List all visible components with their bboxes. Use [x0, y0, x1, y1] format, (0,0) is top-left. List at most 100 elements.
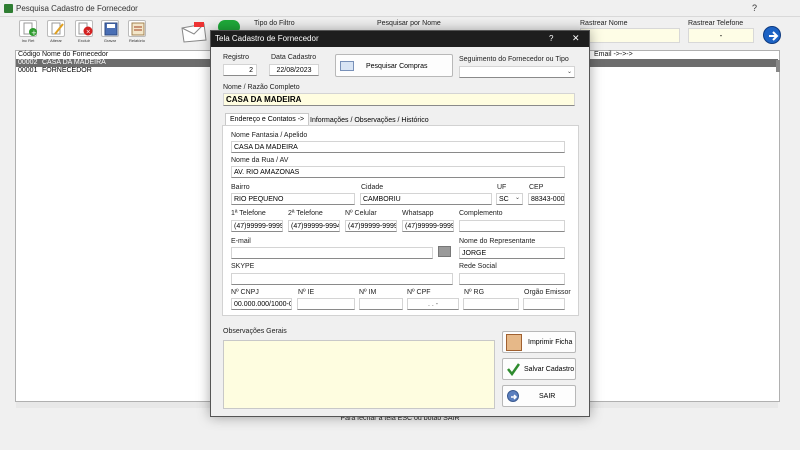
dialog-title: Tela Cadastro de Fornecedor — [215, 34, 319, 43]
email-envelope-icon[interactable] — [180, 20, 208, 44]
nome-label: Nome / Razão Completo — [223, 84, 300, 91]
im-field[interactable] — [359, 298, 403, 310]
rg-label: Nº RG — [464, 289, 485, 296]
toolbar-edit-button[interactable]: Alterar — [45, 20, 67, 44]
cnpj-field[interactable]: 00.000.000/1000-0 — [231, 298, 292, 310]
background-window-title: Pesquisa Cadastro de Fornecedor — [16, 4, 138, 13]
toolbar-new-button[interactable]: + Inc Ret — [17, 20, 39, 44]
row-name: FORNECEDOR — [42, 67, 92, 74]
cpf-label: Nº CPF — [407, 289, 431, 296]
report-icon — [128, 20, 146, 37]
tab-endereco-contatos[interactable]: Endereço e Contatos -> — [225, 113, 310, 125]
search-go-icon[interactable] — [763, 26, 781, 44]
cidade-label: Cidade — [361, 184, 384, 191]
track-phone-input[interactable]: - — [688, 28, 754, 43]
pesquisar-compras-label: Pesquisar Compras — [366, 63, 428, 70]
telefone1-field[interactable]: (47)99999-9999 — [231, 220, 283, 232]
track-name-input[interactable] — [580, 28, 680, 43]
dialog-titlebar: Tela Cadastro de Fornecedor ? ✕ — [211, 31, 589, 47]
uf-chevron-down-icon: ⌄ — [515, 195, 521, 201]
dialog-close-button[interactable]: ✕ — [572, 33, 580, 44]
send-email-icon[interactable] — [438, 246, 451, 257]
card-icon — [340, 61, 354, 71]
email-field[interactable] — [231, 247, 433, 259]
observacoes-label: Observações Gerais — [223, 328, 287, 335]
toolbar-delete-button[interactable]: × Excluir — [73, 20, 95, 44]
cpf-field[interactable]: . . - — [407, 298, 459, 310]
toolbar-delete-label: Excluir — [77, 38, 90, 43]
registro-label: Registro — [223, 54, 250, 61]
row-code: 00001 — [18, 67, 38, 74]
representante-label: Nome do Representante — [459, 238, 536, 245]
toolbar-edit-label: Alterar — [50, 38, 62, 43]
orgao-emissor-field[interactable] — [523, 298, 565, 310]
email-label: E-mail — [231, 238, 251, 245]
print-icon — [506, 334, 522, 351]
orgao-emissor-label: Orgão Emissor — [524, 289, 571, 296]
row-code: 00002 — [18, 59, 38, 66]
cep-label: CEP — [529, 184, 544, 191]
new-document-icon: + — [19, 20, 37, 37]
list-scrollbar[interactable] — [776, 60, 780, 72]
telefone2-field[interactable]: (47)99999-9994 — [288, 220, 340, 232]
row-name: CASA DA MADEIRA — [42, 59, 106, 66]
rg-field[interactable] — [463, 298, 519, 310]
nome-field[interactable]: CASA DA MADEIRA — [223, 93, 575, 106]
toolbar-save-label: Gravar — [103, 38, 117, 43]
dialog-help-button[interactable]: ? — [549, 34, 553, 43]
bairro-label: Bairro — [231, 184, 250, 191]
skype-field[interactable] — [231, 273, 453, 285]
data-cadastro-label: Data Cadastro — [271, 54, 317, 61]
cep-field[interactable]: 88343-000 — [528, 193, 565, 205]
observacoes-textarea[interactable] — [223, 340, 495, 409]
background-help-button[interactable]: ? — [752, 3, 757, 13]
segmento-label: Seguimento do Fornecedor ou Tipo — [459, 56, 569, 63]
toolbar-report-label: Relatório — [128, 38, 145, 43]
whatsapp-field[interactable]: (47)99999-9999 — [402, 220, 454, 232]
ie-field[interactable] — [297, 298, 355, 310]
toolbar-new-label: Inc Ret — [21, 38, 35, 43]
svg-text:+: + — [31, 29, 37, 37]
sair-button[interactable]: SAIR — [502, 385, 576, 407]
track-name-label: Rastrear Nome — [580, 20, 628, 27]
track-phone-label: Rastrear Telefone — [688, 20, 744, 27]
background-titlebar: Pesquisa Cadastro de Fornecedor ? — [0, 0, 800, 17]
filter-type-label: Tipo do Filtro — [254, 20, 295, 27]
bairro-field[interactable]: RIO PEQUENO — [231, 193, 355, 205]
list-header-name[interactable]: Nome do Fornecedor — [42, 51, 108, 58]
telefone2-label: 2ª Telefone — [288, 210, 323, 217]
imprimir-ficha-label: Imprimir Ficha — [528, 339, 573, 346]
celular-field[interactable]: (47)99999-9999 — [345, 220, 397, 232]
skype-label: SKYPE — [231, 263, 255, 270]
salvar-cadastro-label: Salvar Cadastro — [524, 366, 575, 373]
svg-text:×: × — [86, 29, 91, 36]
search-name-label: Pesquisar por Nome — [377, 20, 441, 27]
toolbar-report-button[interactable]: Relatório — [126, 20, 148, 44]
complemento-label: Complemento — [459, 210, 503, 217]
whatsapp-label: Whatsapp — [402, 210, 434, 217]
list-header-code[interactable]: Código — [18, 51, 40, 58]
telefone1-label: 1ª Telefone — [231, 210, 266, 217]
imprimir-ficha-button[interactable]: Imprimir Ficha — [502, 331, 576, 353]
segmento-select[interactable] — [459, 66, 575, 78]
edit-pencil-icon — [47, 20, 65, 37]
rua-field[interactable]: AV. RIO AMAZONAS — [231, 166, 565, 178]
im-label: Nº IM — [359, 289, 377, 296]
registro-field[interactable]: 2 — [223, 64, 257, 76]
fantasia-field[interactable]: CASA DA MADEIRA — [231, 141, 565, 153]
data-cadastro-field[interactable]: 22/08/2023 — [269, 64, 319, 76]
pesquisar-compras-button[interactable]: Pesquisar Compras — [335, 54, 453, 77]
toolbar-save-button[interactable]: Gravar — [99, 20, 121, 44]
rede-social-field[interactable] — [459, 273, 565, 285]
rede-social-label: Rede Social — [459, 263, 497, 270]
exit-arrow-icon — [507, 390, 519, 402]
representante-field[interactable]: JORGE — [459, 247, 565, 259]
chevron-down-icon: ⌄ — [567, 69, 573, 75]
list-header-email[interactable]: Email ->->-> — [594, 51, 633, 58]
disk-icon — [101, 20, 119, 37]
ie-label: Nº IE — [298, 289, 315, 296]
supplier-registration-dialog: Tela Cadastro de Fornecedor ? ✕ Registro… — [210, 30, 590, 417]
complemento-field[interactable] — [459, 220, 565, 232]
cidade-field[interactable]: CAMBORIU — [360, 193, 492, 205]
salvar-cadastro-button[interactable]: Salvar Cadastro — [502, 358, 576, 380]
